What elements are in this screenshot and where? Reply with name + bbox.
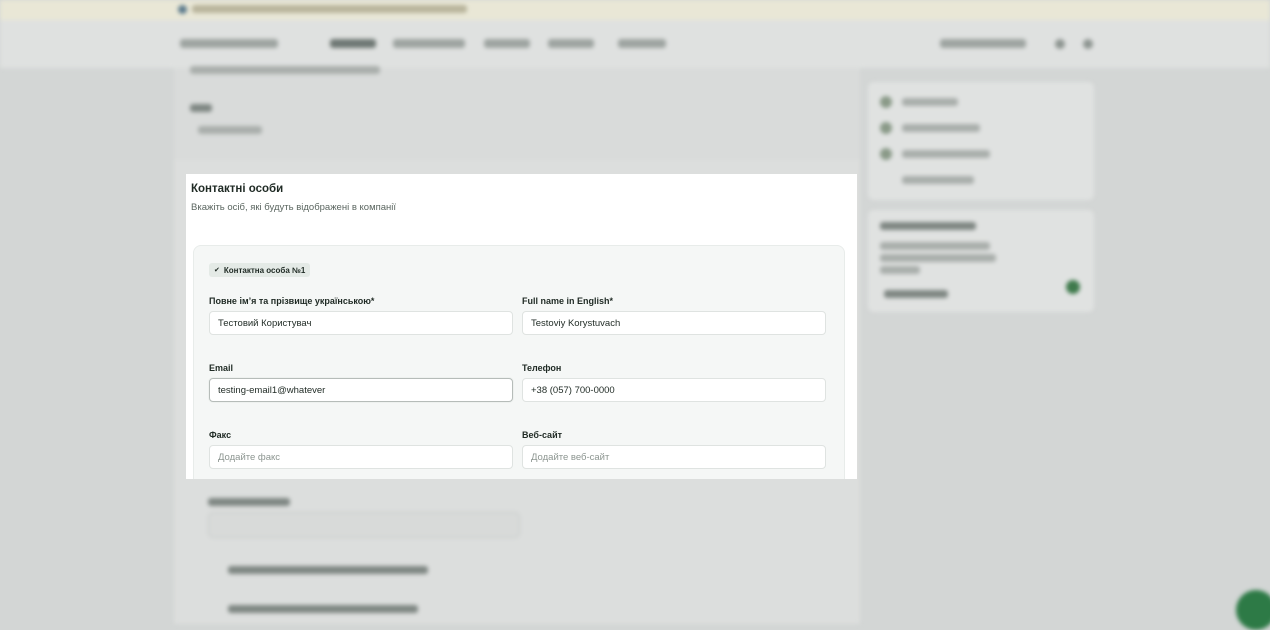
nav-item-4 <box>548 39 594 48</box>
contact-person-block: ✔ Контактна особа №1 Повне ім’я та прізв… <box>193 245 845 479</box>
placeholder-line <box>880 242 990 250</box>
placeholder-line <box>880 266 920 274</box>
placeholder-line <box>228 605 418 613</box>
name-en-label: Full name in English* <box>522 296 614 306</box>
placeholder-line <box>190 104 212 112</box>
nav-item-5 <box>618 39 666 48</box>
placeholder-line <box>902 124 980 132</box>
placeholder-select <box>208 512 520 538</box>
nav-logo <box>180 39 278 48</box>
email-label: Email <box>209 363 234 373</box>
placeholder-line <box>208 498 290 506</box>
nav-item-2 <box>393 39 465 48</box>
form-block-previous <box>174 66 860 160</box>
banner-text-placeholder <box>192 5 467 13</box>
right-promo-panel <box>868 210 1094 312</box>
placeholder-line <box>880 222 976 230</box>
placeholder-line <box>902 176 974 184</box>
step-icon <box>880 122 892 134</box>
section-title: Контактні особи <box>191 183 284 195</box>
placeholder-line <box>190 66 380 74</box>
nav-icon-1 <box>1055 39 1065 49</box>
placeholder-line <box>902 150 990 158</box>
contact-person-tag[interactable]: ✔ Контактна особа №1 <box>209 263 311 277</box>
contact-persons-card: Контактні особи Вкажіть осіб, які будуть… <box>186 174 857 479</box>
section-subtitle: Вкажіть осіб, які будуть відображені в к… <box>191 202 397 213</box>
right-steps-panel <box>868 82 1094 200</box>
phone-label: Телефон <box>522 363 562 373</box>
fax-input[interactable] <box>209 445 513 469</box>
promo-illustration <box>1066 280 1080 294</box>
placeholder-line <box>884 290 948 298</box>
website-label: Веб-сайт <box>522 430 563 440</box>
placeholder-line <box>902 98 958 106</box>
phone-input[interactable] <box>522 378 826 402</box>
name-uk-label: Повне ім’я та прізвище українською* <box>209 296 375 306</box>
nav-item-1 <box>330 39 376 48</box>
website-input[interactable] <box>522 445 826 469</box>
step-icon <box>880 148 892 160</box>
top-navigation <box>0 20 1270 68</box>
nav-icon-2 <box>1083 39 1093 49</box>
nav-item-3 <box>484 39 530 48</box>
email-input[interactable] <box>209 378 513 402</box>
placeholder-line <box>228 566 428 574</box>
placeholder-line <box>880 254 996 262</box>
check-icon: ✔ <box>214 267 220 274</box>
fax-label: Факс <box>209 430 232 440</box>
name-en-input[interactable] <box>522 311 826 335</box>
info-icon <box>178 5 187 14</box>
chat-button <box>1236 590 1270 630</box>
placeholder-line <box>198 126 262 134</box>
top-banner <box>0 0 1270 20</box>
step-icon <box>880 96 892 108</box>
contact-person-tag-label: Контактна особа №1 <box>223 265 306 275</box>
nav-account <box>940 39 1026 48</box>
name-uk-input[interactable] <box>209 311 513 335</box>
